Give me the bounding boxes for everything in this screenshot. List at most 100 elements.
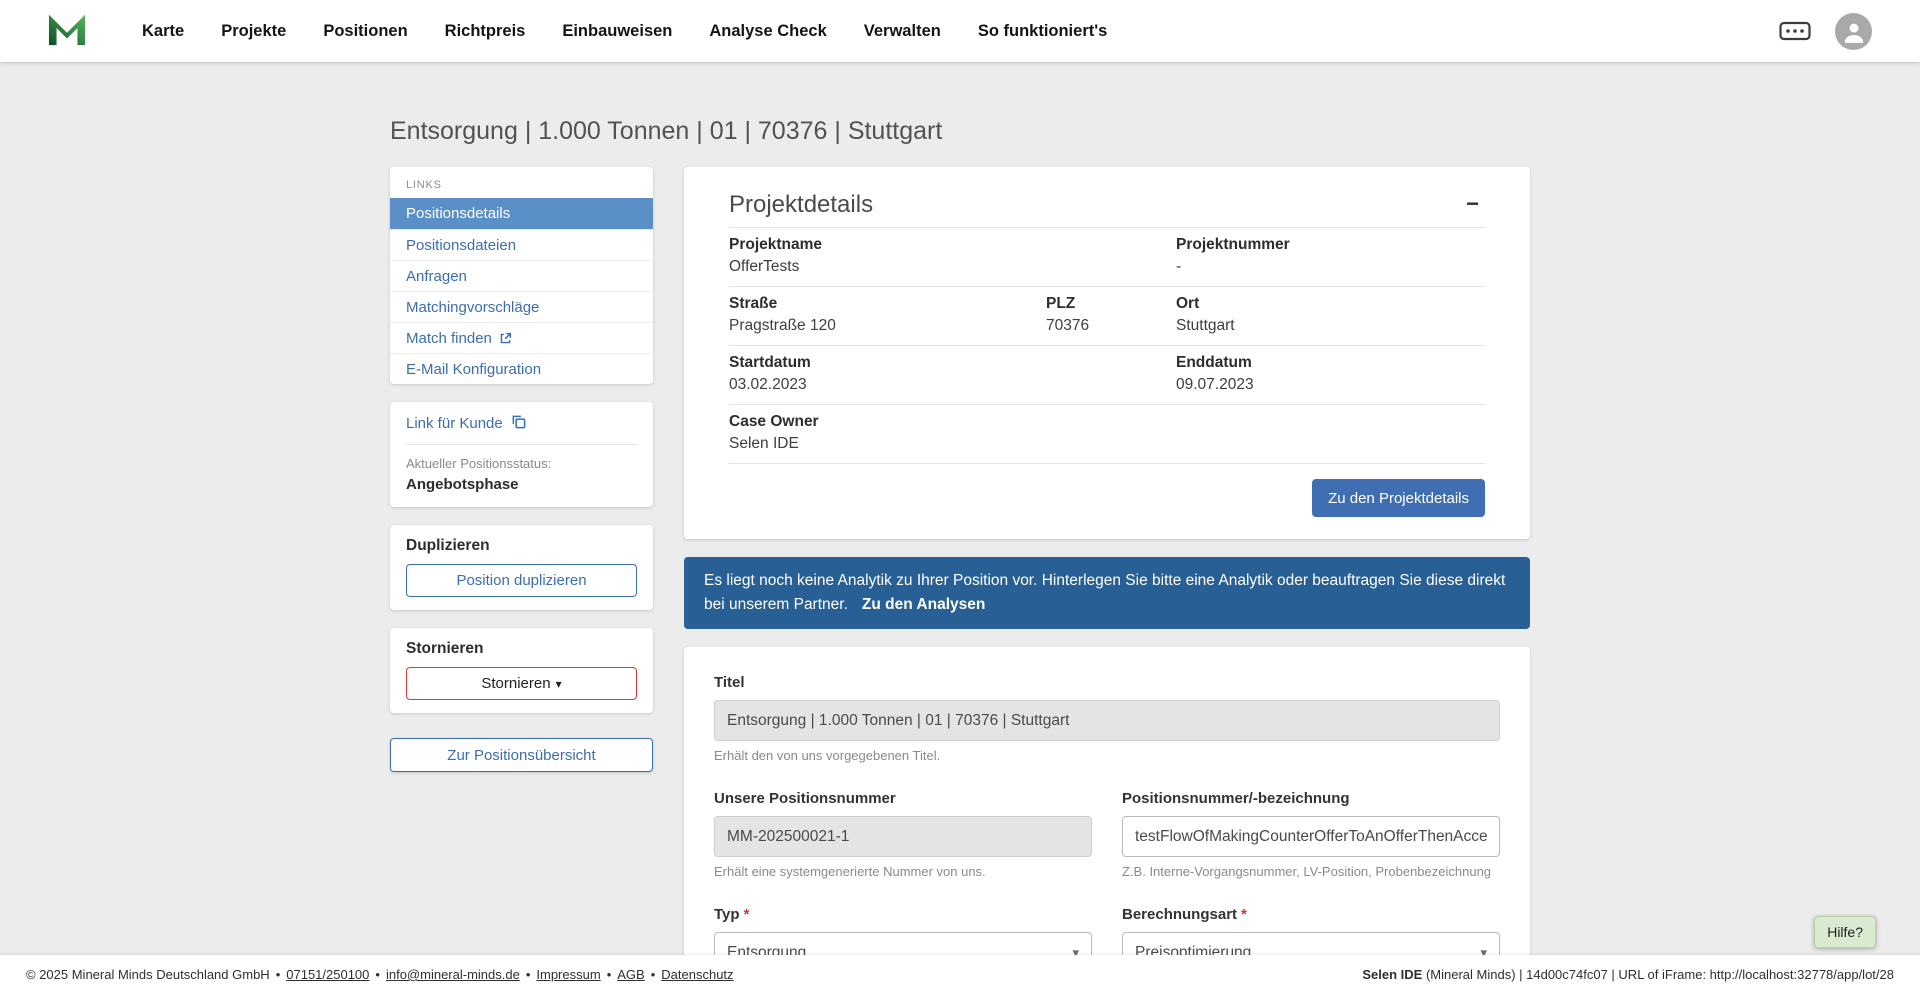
case-owner-label: Case Owner [729,413,1176,431]
nav-item-so-funktionierts[interactable]: So funktioniert's [978,22,1108,41]
position-number-input[interactable] [1122,816,1500,857]
caret-down-icon: ▾ [556,677,562,691]
start-date-value: 03.02.2023 [729,376,1176,394]
project-row-owner: Case Owner Selen IDE [729,405,1485,464]
user-avatar[interactable] [1835,13,1872,50]
footer-session-text: (Mineral Minds) | 14d00c74fc07 | URL of … [1426,967,1894,982]
plz-label: PLZ [1046,295,1176,313]
position-number-field: Positionsnummer/-bezeichnung Z.B. Intern… [1122,790,1500,879]
case-owner-value: Selen IDE [729,435,1176,453]
email-link[interactable]: info@mineral-minds.de [386,967,520,982]
calculation-field: Berechnungsart* Preisoptimierung ▾ Wähle… [1122,906,1500,955]
sidebar-item-label: Positionsdetails [406,205,510,222]
brand-logo[interactable] [46,10,88,53]
calculation-label-text: Berechnungsart [1122,906,1237,923]
sidebar-item-match-finden[interactable]: Match finden [390,322,653,353]
datenschutz-link[interactable]: Datenschutz [661,967,733,982]
calculation-select[interactable]: Preisoptimierung ▾ [1122,932,1500,955]
page-title: Entsorgung | 1.000 Tonnen | 01 | 70376 |… [390,117,1530,146]
position-status-value: Angebotsphase [406,476,637,493]
project-name-value: OfferTests [729,258,1176,276]
end-date-label: Enddatum [1176,354,1485,372]
project-row-name: Projektname OfferTests Projektnummer - [729,227,1485,287]
customer-link-label: Link für Kunde [406,415,503,432]
nav-item-karte[interactable]: Karte [142,22,184,41]
nav-item-projekte[interactable]: Projekte [221,22,286,41]
agb-link[interactable]: AGB [617,967,644,982]
type-select-value: Entsorgung [727,944,806,955]
calculation-select-value: Preisoptimierung [1135,944,1251,955]
sidebar-item-label: Positionsdateien [406,237,516,254]
sidebar-item-positionsdetails[interactable]: Positionsdetails [390,198,653,229]
footer-left: © 2025 Mineral Minds Deutschland GmbH • … [26,967,734,982]
customer-link[interactable]: Link für Kunde [406,414,637,445]
sidebar-item-matchingvorschlaege[interactable]: Matchingvorschläge [390,291,653,322]
copy-icon [511,414,526,433]
impressum-link[interactable]: Impressum [536,967,600,982]
sidebar-item-anfragen[interactable]: Anfragen [390,260,653,291]
project-details-title: Projektdetails [729,191,873,219]
navbar-right [1779,13,1872,50]
required-asterisk: * [744,906,750,923]
duplicate-position-button[interactable]: Position duplizieren [406,564,637,597]
content-column: Projektdetails − Projektname OfferTests … [684,167,1530,955]
type-field: Typ* Entsorgung ▾ Wählen Sie hier die Ar… [714,906,1092,955]
cancel-title: Stornieren [406,640,637,658]
calculation-label: Berechnungsart* [1122,906,1500,923]
sidebar-item-label: E-Mail Konfiguration [406,361,541,378]
our-number-input [714,816,1092,857]
title-field-label: Titel [714,674,1500,691]
required-asterisk: * [1241,906,1247,923]
city-value: Stuttgart [1176,317,1485,335]
nav-item-richtpreis[interactable]: Richtpreis [445,22,526,41]
separator-dot: • [526,967,531,982]
street-value: Pragstraße 120 [729,317,1046,335]
sidebar-item-positionsdateien[interactable]: Positionsdateien [390,229,653,260]
sidebar: LINKS Positionsdetails Positionsdateien … [390,167,653,772]
separator-dot: • [276,967,281,982]
title-input [714,700,1500,741]
our-number-field: Unsere Positionsnummer Erhält eine syste… [714,790,1092,879]
position-form-card: Titel Erhält den von uns vorgegebenen Ti… [684,647,1530,955]
person-icon [1841,19,1867,50]
separator-dot: • [375,967,380,982]
phone-link[interactable]: 07151/250100 [286,967,369,982]
separator-dot: • [607,967,612,982]
duplicate-card: Duplizieren Position duplizieren [390,525,653,610]
nav-item-analyse-check[interactable]: Analyse Check [709,22,826,41]
sidebar-item-label: Match finden [406,330,492,347]
cancel-button[interactable]: Stornieren ▾ [406,667,637,700]
project-details-button[interactable]: Zu den Projektdetails [1312,479,1485,517]
help-button[interactable]: Hilfe? [1814,916,1876,948]
copyright-text: © 2025 Mineral Minds Deutschland GmbH [26,967,270,982]
start-date-label: Startdatum [729,354,1176,372]
city-label: Ort [1176,295,1485,313]
position-overview-button[interactable]: Zur Positionsübersicht [390,738,653,772]
our-number-helper: Erhält eine systemgenerierte Nummer von … [714,864,1092,879]
nav-item-positionen[interactable]: Positionen [323,22,407,41]
project-name-label: Projektname [729,236,1176,254]
external-link-icon [499,332,512,345]
sidebar-item-label: Matchingvorschläge [406,299,539,316]
page-footer: © 2025 Mineral Minds Deutschland GmbH • … [0,955,1920,994]
top-navbar: Karte Projekte Positionen Richtpreis Ein… [0,0,1920,62]
analytics-banner-text: Es liegt noch keine Analytik zu Ihrer Po… [704,572,1505,613]
nav-item-einbauweisen[interactable]: Einbauweisen [562,22,672,41]
project-number-label: Projektnummer [1176,236,1485,254]
nav-item-verwalten[interactable]: Verwalten [864,22,941,41]
position-status-label: Aktueller Positionsstatus: [406,456,637,471]
project-details-card: Projektdetails − Projektname OfferTests … [684,167,1530,539]
end-date-value: 09.07.2023 [1176,376,1485,394]
collapse-button[interactable]: − [1460,191,1485,217]
analytics-banner: Es liegt noch keine Analytik zu Ihrer Po… [684,557,1530,629]
our-number-label: Unsere Positionsnummer [714,790,1092,807]
caret-down-icon: ▾ [1480,945,1487,955]
type-select[interactable]: Entsorgung ▾ [714,932,1092,955]
cancel-card: Stornieren Stornieren ▾ [390,628,653,713]
street-label: Straße [729,295,1046,313]
sidebar-item-email-konfiguration[interactable]: E-Mail Konfiguration [390,353,653,384]
type-label-text: Typ [714,906,740,923]
keyboard-icon[interactable] [1779,20,1811,42]
analyses-link[interactable]: Zu den Analysen [862,596,985,613]
position-number-label: Positionsnummer/-bezeichnung [1122,790,1500,807]
